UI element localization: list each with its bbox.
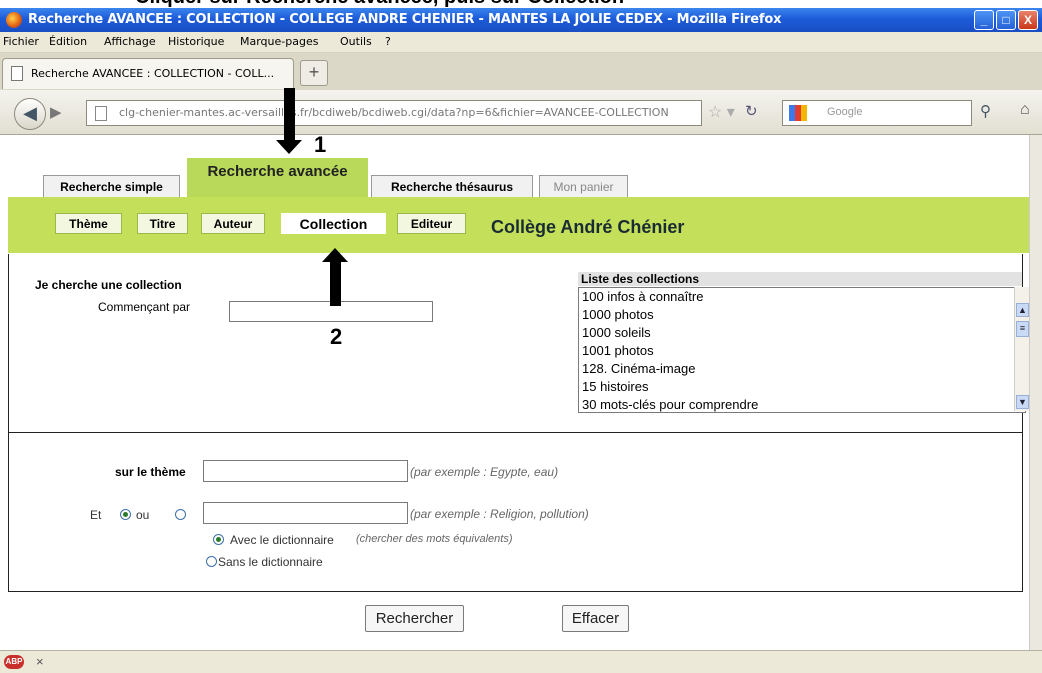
rechercher-button[interactable]: Rechercher	[365, 605, 464, 632]
arrow-down-icon	[276, 140, 302, 154]
theme-hint: (par exemple : Egypte, eau)	[410, 465, 559, 479]
avec-dictionnaire-label: Avec le dictionnaire	[230, 533, 334, 547]
radio-et[interactable]	[120, 509, 131, 520]
theme-input[interactable]	[203, 460, 408, 482]
forward-icon[interactable]: ▶	[50, 103, 62, 121]
list-item[interactable]: 30 mots-clés pour comprendre	[582, 397, 758, 412]
status-bar: ABP ×	[0, 650, 1042, 673]
sub-tab-editeur[interactable]: Editeur	[397, 213, 466, 234]
sub-tab-collection[interactable]: Collection	[281, 213, 386, 234]
menu-outils[interactable]: Outils	[340, 35, 372, 48]
tab-strip: Recherche AVANCEE : COLLECTION - COLL...…	[0, 53, 1042, 90]
home-icon[interactable]: ⌂	[1020, 101, 1030, 119]
list-item[interactable]: 1000 photos	[582, 307, 654, 322]
tab-recherche-avancee[interactable]: Recherche avancée	[187, 158, 368, 198]
minimize-button[interactable]: _	[974, 10, 994, 30]
theme-label: sur le thème	[115, 465, 186, 479]
maximize-button[interactable]: □	[996, 10, 1016, 30]
back-button[interactable]: ◀	[14, 98, 46, 130]
menu-fichier[interactable]: Fichier	[3, 35, 39, 48]
menu-affichage[interactable]: Affichage	[104, 35, 156, 48]
menu-help[interactable]: ?	[385, 35, 391, 48]
scroll-thumb[interactable]: ≡	[1016, 321, 1029, 337]
browser-tab-label: Recherche AVANCEE : COLLECTION - COLL...	[31, 67, 275, 80]
url-bar[interactable]: clg-chenier-mantes.ac-versailles.fr/bcdi…	[86, 100, 702, 126]
search-placeholder: Google	[827, 106, 863, 118]
list-item[interactable]: 100 infos à connaître	[582, 289, 703, 304]
starts-with-label: Commençant par	[98, 300, 191, 314]
url-text: clg-chenier-mantes.ac-versailles.fr/bcdi…	[119, 106, 669, 119]
page-icon	[95, 106, 107, 121]
annotation-arrow-2	[330, 262, 341, 306]
list-item[interactable]: 15 histoires	[582, 379, 648, 394]
avec-dictionnaire-hint: (chercher des mots équivalents)	[356, 533, 513, 545]
tab-recherche-thesaurus[interactable]: Recherche thésaurus	[371, 175, 533, 197]
menu-edition[interactable]: Édition	[49, 35, 87, 48]
page-icon	[11, 66, 23, 81]
collections-listbox[interactable]: 100 infos à connaître 1000 photos 1000 s…	[578, 287, 1026, 413]
list-item[interactable]: 1000 soleils	[582, 325, 651, 340]
sub-tab-titre[interactable]: Titre	[137, 213, 188, 234]
caption-strip: Cliquer sur Recherche avancée, puis sur …	[0, 0, 1042, 8]
second-theme-input[interactable]	[203, 502, 408, 524]
menu-bar: Fichier Édition Affichage Historique Mar…	[0, 32, 1042, 53]
sub-tab-theme[interactable]: Thème	[55, 213, 122, 234]
bookmark-star-icon[interactable]: ☆ ▾	[708, 102, 735, 122]
page-content: Recherche simple Recherche avancée Reche…	[0, 135, 1042, 650]
navigation-bar: ◀ ▶ clg-chenier-mantes.ac-versailles.fr/…	[0, 90, 1042, 135]
radio-avec-dictionnaire[interactable]	[213, 534, 224, 545]
browser-tab[interactable]: Recherche AVANCEE : COLLECTION - COLL...	[2, 58, 294, 89]
ou-label: ou	[136, 508, 150, 522]
radio-ou[interactable]	[175, 509, 186, 520]
second-theme-hint: (par exemple : Religion, pollution)	[410, 507, 589, 521]
menu-marque-pages[interactable]: Marque-pages	[240, 35, 318, 48]
list-item[interactable]: 128. Cinéma-image	[582, 361, 695, 376]
annotation-number-1: 1	[314, 132, 327, 157]
reload-icon[interactable]: ↻	[745, 102, 758, 120]
google-logo-icon	[789, 105, 807, 121]
annotation-number-2: 2	[330, 324, 343, 349]
effacer-button[interactable]: Effacer	[562, 605, 629, 632]
caption-text: Cliquer sur Recherche avancée, puis sur …	[135, 0, 624, 8]
menu-historique[interactable]: Historique	[168, 35, 224, 48]
arrow-up-icon	[322, 248, 348, 262]
close-icon[interactable]: ×	[36, 654, 44, 669]
page-scrollbar[interactable]	[1029, 135, 1042, 650]
college-name: Collège André Chénier	[491, 217, 685, 237]
sans-dictionnaire-label: Sans le dictionnaire	[218, 555, 323, 569]
scroll-down-icon[interactable]: ▼	[1016, 395, 1029, 409]
list-item[interactable]: 1001 photos	[582, 343, 654, 358]
sub-tab-auteur[interactable]: Auteur	[201, 213, 265, 234]
collections-list-title: Liste des collections	[578, 272, 1022, 286]
tab-mon-panier[interactable]: Mon panier	[539, 175, 628, 197]
window-title: Recherche AVANCEE : COLLECTION - COLLEGE…	[28, 12, 782, 27]
adblock-icon[interactable]: ABP	[4, 655, 24, 669]
radio-sans-dictionnaire[interactable]	[206, 556, 217, 567]
search-box[interactable]: Google	[782, 100, 972, 126]
et-label: Et	[90, 508, 102, 522]
tab-recherche-simple[interactable]: Recherche simple	[43, 175, 180, 197]
scroll-up-icon[interactable]: ▲	[1016, 303, 1029, 317]
annotation-arrow-1	[284, 88, 295, 141]
search-icon[interactable]: ⚲	[980, 102, 991, 120]
new-tab-button[interactable]: +	[300, 60, 328, 86]
title-bar: Recherche AVANCEE : COLLECTION - COLLEGE…	[0, 8, 1042, 32]
firefox-logo-icon	[6, 12, 22, 28]
search-heading: Je cherche une collection	[35, 278, 182, 292]
close-window-button[interactable]: X	[1018, 10, 1038, 30]
